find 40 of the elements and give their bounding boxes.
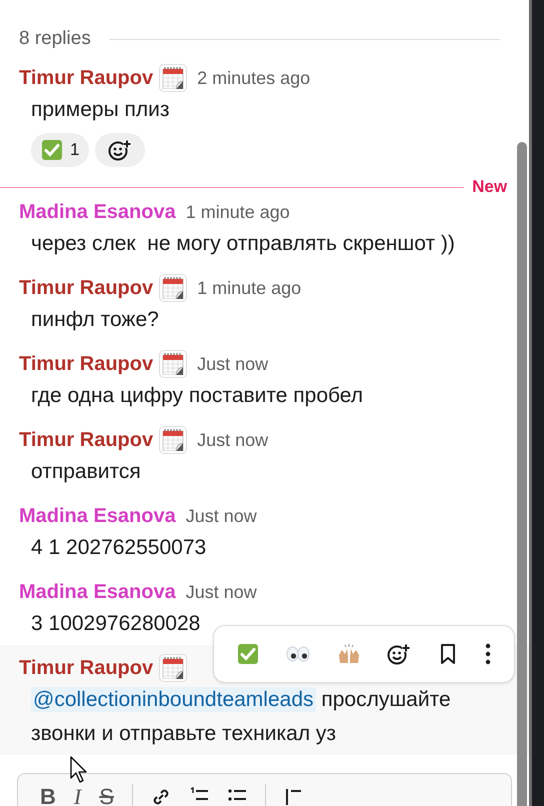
scrollbar-thumb[interactable] bbox=[517, 142, 528, 806]
message-text: 3 1002976280028 bbox=[30, 611, 202, 637]
format-button[interactable]: I bbox=[74, 784, 82, 806]
message-text: 4 1 202762550073 bbox=[30, 535, 208, 561]
add-reaction-icon[interactable] bbox=[387, 643, 412, 665]
message-text: пинфл тоже? bbox=[30, 307, 160, 333]
timestamp[interactable]: Just now bbox=[186, 582, 257, 602]
timestamp[interactable]: 1 minute ago bbox=[197, 278, 302, 298]
author-name[interactable]: Timur Raupov bbox=[19, 66, 154, 90]
reaction-pill[interactable]: 1 bbox=[31, 133, 90, 167]
timestamp[interactable]: Just now bbox=[197, 430, 268, 450]
author-name[interactable]: Timur Raupov bbox=[19, 352, 154, 376]
author-name[interactable]: Timur Raupov bbox=[19, 656, 154, 680]
react-checkmark-icon[interactable] bbox=[237, 643, 260, 665]
author-name[interactable]: Madina Esanova bbox=[19, 504, 176, 528]
author-name[interactable]: Timur Raupov bbox=[19, 428, 154, 452]
format-button[interactable]: S bbox=[99, 784, 114, 806]
author-name[interactable]: Madina Esanova bbox=[19, 200, 176, 224]
message-text: где одна цифру поставите пробел bbox=[30, 383, 364, 409]
add-reaction-button[interactable] bbox=[95, 133, 146, 167]
timestamp[interactable]: 1 minute ago bbox=[186, 202, 290, 222]
timestamp[interactable]: Just now bbox=[197, 354, 268, 374]
mention-link[interactable]: @collectioninboundteamleads bbox=[31, 687, 316, 712]
message-text: @collectioninboundteamleads прослушайте звонки и отправьте техникал уз bbox=[30, 686, 452, 747]
blockquote-icon[interactable] bbox=[284, 787, 304, 806]
more-icon[interactable] bbox=[484, 643, 491, 665]
reply-count: 8 replies bbox=[19, 28, 91, 50]
format-button[interactable]: B bbox=[40, 784, 56, 806]
author-name[interactable]: Madina Esanova bbox=[19, 580, 176, 604]
author-name[interactable]: Timur Raupov bbox=[19, 276, 154, 300]
message-text: отправится bbox=[30, 459, 142, 485]
link-icon[interactable] bbox=[150, 787, 171, 806]
message-composer[interactable]: B I S bbox=[17, 773, 512, 806]
timestamp[interactable]: Just now bbox=[186, 506, 257, 526]
new-messages-label: New bbox=[471, 177, 508, 197]
message-text: через слек не могу отправлять скреншот )) bbox=[30, 231, 456, 257]
checkmark-icon bbox=[41, 139, 63, 161]
message-text: примеры плиз bbox=[30, 97, 170, 123]
add-reaction-icon bbox=[108, 139, 132, 161]
timestamp[interactable]: 2 minutes ago bbox=[197, 68, 310, 88]
